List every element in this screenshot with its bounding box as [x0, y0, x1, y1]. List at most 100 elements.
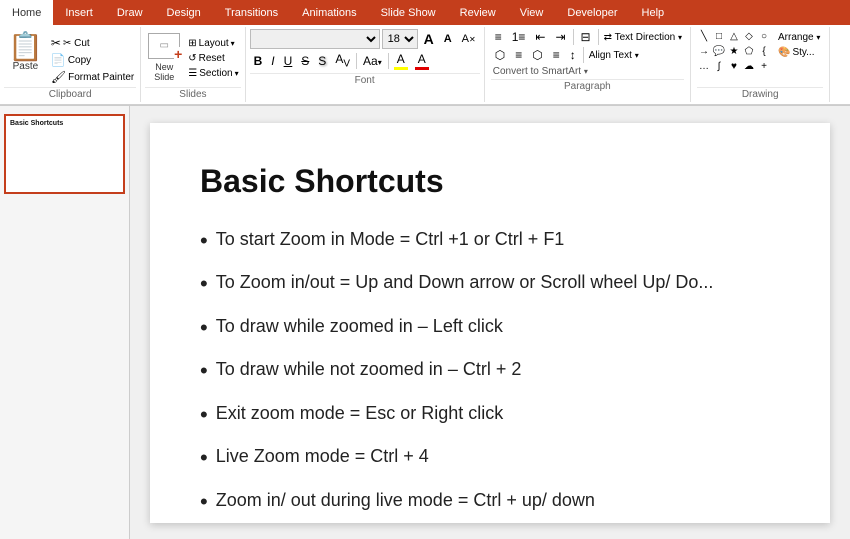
decrease-indent-button[interactable]: ⇤: [531, 29, 549, 45]
bullets-button[interactable]: ≡: [491, 29, 506, 45]
paste-label: Paste: [13, 61, 39, 72]
shape-curve[interactable]: ∫: [712, 61, 726, 75]
canvas-area: Basic Shortcuts To start Zoom in Mode = …: [130, 106, 850, 539]
ribbon: Home Insert Draw Design Transitions Anim…: [0, 0, 850, 106]
clipboard-right-buttons: ✂ ✂ Cut 📄 Copy 🖌 Format Painter: [49, 31, 136, 85]
new-slide-button[interactable]: ▭ + New Slide: [145, 31, 183, 84]
font-row1: 18 A A A✕: [250, 29, 480, 49]
tab-animations[interactable]: Animations: [290, 0, 368, 25]
cut-button[interactable]: ✂ ✂ Cut: [49, 35, 136, 51]
layout-button[interactable]: ⊞ Layout ▾: [186, 37, 240, 50]
align-text-button[interactable]: Align Text ▾: [587, 49, 641, 62]
justify-button[interactable]: ≡: [549, 47, 564, 63]
shape-ellipse[interactable]: ○: [757, 31, 771, 45]
char-spacing-button[interactable]: AV: [331, 51, 354, 70]
arrange-button[interactable]: Arrange ▾: [775, 31, 823, 44]
reset-button[interactable]: ↺ Reset: [186, 52, 240, 65]
align-center-button[interactable]: ≡: [511, 47, 526, 63]
slide-title: Basic Shortcuts: [200, 163, 780, 200]
font-shrink-button[interactable]: A: [440, 32, 456, 46]
font-family-select[interactable]: [250, 29, 380, 49]
tab-view[interactable]: View: [508, 0, 556, 25]
paragraph-row1: ≡ 1≡ ⇤ ⇥ ⊟ ⇄ Text Direction ▾: [491, 29, 684, 45]
highlight-color-button[interactable]: A: [412, 51, 432, 71]
quick-styles-button[interactable]: 🎨 Sty...: [775, 46, 823, 59]
line-spacing-button[interactable]: ↕: [566, 47, 580, 63]
align-text-chevron: ▾: [635, 51, 639, 60]
tab-insert[interactable]: Insert: [53, 0, 105, 25]
shape-line[interactable]: ╲: [697, 31, 711, 45]
shape-triangle[interactable]: △: [727, 31, 741, 45]
separator1: [356, 53, 357, 69]
shape-rect[interactable]: □: [712, 31, 726, 45]
bold-button[interactable]: B: [250, 53, 267, 69]
tab-slideshow[interactable]: Slide Show: [369, 0, 448, 25]
text-direction-button[interactable]: ⇄ Text Direction ▾: [602, 31, 684, 44]
font-color-bar: [394, 67, 408, 70]
font-size-select[interactable]: 18: [382, 29, 418, 49]
font-grow-button[interactable]: A: [420, 30, 438, 48]
tab-help[interactable]: Help: [630, 0, 677, 25]
font-row2: B I U S S AV Aa▾ A A: [250, 51, 480, 71]
shape-diamond[interactable]: ◇: [742, 31, 756, 45]
bullet-item-1: To start Zoom in Mode = Ctrl +1 or Ctrl …: [200, 228, 780, 256]
section-label: Section: [199, 68, 232, 79]
tab-bar: Home Insert Draw Design Transitions Anim…: [0, 0, 850, 25]
drawing-content: ╲ □ △ ◇ ○ → 💬 ★ ⬠ { … ∫ ♥ ☁ +: [697, 29, 823, 86]
copy-icon: 📄: [51, 53, 66, 67]
section-icon: ☰: [188, 68, 197, 79]
font-color-icon: A: [397, 52, 405, 66]
bullet-item-4: To draw while not zoomed in – Ctrl + 2: [200, 358, 780, 386]
shape-star[interactable]: ★: [727, 46, 741, 60]
convert-smartart-button[interactable]: Convert to SmartArt ▾: [491, 65, 684, 78]
shape-more[interactable]: …: [697, 61, 711, 75]
font-clear-button[interactable]: A✕: [458, 32, 480, 46]
separator2: [388, 53, 389, 69]
reset-icon: ↺: [188, 53, 196, 64]
section-button[interactable]: ☰ Section ▾: [186, 67, 240, 80]
paste-button[interactable]: 📋 Paste: [4, 31, 47, 74]
increase-indent-button[interactable]: ⇥: [551, 29, 569, 45]
underline-button[interactable]: U: [280, 53, 297, 69]
align-text-label: Align Text: [589, 50, 632, 61]
paragraph-row2: ⬡ ≡ ⬡ ≡ ↕ Align Text ▾: [491, 47, 684, 63]
tab-home[interactable]: Home: [0, 0, 53, 25]
bullet-7-text: Zoom in/ out during live mode = Ctrl + u…: [216, 489, 595, 517]
copy-button[interactable]: 📄 Copy: [49, 52, 136, 68]
shape-brace[interactable]: {: [757, 46, 771, 60]
align-left-button[interactable]: ⬡: [491, 47, 509, 63]
tab-draw[interactable]: Draw: [105, 0, 155, 25]
shape-cross[interactable]: +: [757, 61, 771, 75]
layout-label: Layout: [199, 38, 229, 49]
change-case-button[interactable]: Aa▾: [359, 53, 386, 69]
slides-group: ▭ + New Slide ⊞ Layout ▾ ↺ Reset: [141, 27, 245, 102]
format-painter-button[interactable]: 🖌 Format Painter: [49, 69, 136, 85]
arrange-label: Arrange: [778, 32, 814, 43]
strikethrough-button[interactable]: S: [297, 53, 313, 69]
bullet-1-text: To start Zoom in Mode = Ctrl +1 or Ctrl …: [216, 228, 565, 256]
font-group: 18 A A A✕ B I U S S AV Aa▾ A: [246, 27, 485, 102]
shape-callout[interactable]: 💬: [712, 46, 726, 60]
shape-arrow[interactable]: →: [697, 46, 711, 60]
slide-canvas[interactable]: Basic Shortcuts To start Zoom in Mode = …: [150, 123, 830, 523]
tab-developer[interactable]: Developer: [555, 0, 629, 25]
quick-styles-label: Sty...: [792, 47, 814, 58]
bullet-item-6: Live Zoom mode = Ctrl + 4: [200, 445, 780, 473]
arrange-chevron: ▾: [816, 33, 820, 42]
bullet-3-text: To draw while zoomed in – Left click: [216, 315, 503, 343]
tab-review[interactable]: Review: [448, 0, 508, 25]
align-right-button[interactable]: ⬡: [528, 47, 546, 63]
shape-cloud[interactable]: ☁: [742, 61, 756, 75]
tab-transitions[interactable]: Transitions: [213, 0, 290, 25]
numbering-button[interactable]: 1≡: [508, 29, 530, 45]
smartart-label: Convert to SmartArt: [493, 66, 581, 77]
italic-button[interactable]: I: [267, 53, 278, 69]
shape-heart[interactable]: ♥: [727, 61, 741, 75]
text-shadow-button[interactable]: S: [314, 53, 330, 69]
tab-design[interactable]: Design: [155, 0, 213, 25]
slide-thumbnail[interactable]: Basic Shortcuts: [4, 114, 125, 194]
slide-panel-item[interactable]: 1 Basic Shortcuts: [4, 114, 125, 194]
shape-pentagon[interactable]: ⬠: [742, 46, 756, 60]
columns-button[interactable]: ⊟: [577, 29, 595, 45]
font-color-button[interactable]: A: [391, 51, 411, 71]
